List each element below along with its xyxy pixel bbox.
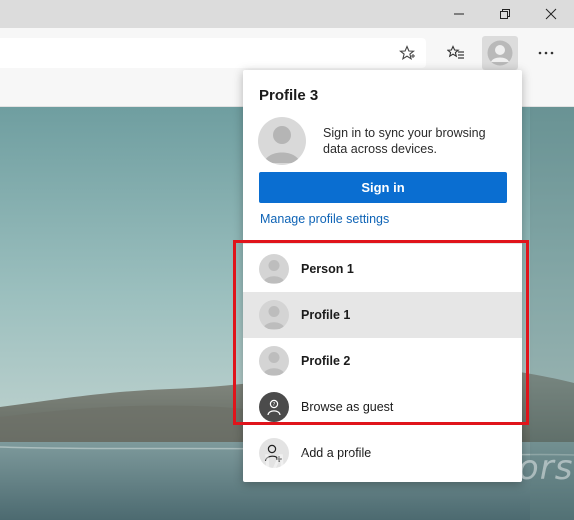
sync-description: Sign in to sync your browsing data acros… (323, 126, 486, 156)
restore-button[interactable] (482, 0, 528, 28)
more-icon (538, 51, 554, 55)
highlight-box (233, 240, 529, 425)
minimize-button[interactable] (436, 0, 482, 28)
restore-icon (500, 9, 510, 19)
manage-profile-settings-link[interactable]: Manage profile settings (260, 212, 389, 226)
title-bar (0, 0, 574, 28)
watermark: Windowsfixerrors.com (262, 448, 574, 488)
favorites-icon (447, 45, 464, 59)
sign-in-button[interactable]: Sign in (259, 172, 507, 203)
person-icon (264, 126, 300, 163)
minimize-icon (454, 13, 464, 15)
profile-icon (487, 40, 513, 66)
current-profile-avatar (258, 117, 306, 165)
profile-button[interactable] (482, 36, 518, 70)
settings-and-more-button[interactable] (532, 40, 560, 66)
favorites-button[interactable] (442, 40, 470, 66)
star-icon (399, 45, 415, 61)
add-favorite-button[interactable] (394, 40, 420, 66)
close-button[interactable] (528, 0, 574, 28)
current-profile-name: Profile 3 (259, 87, 319, 104)
address-bar[interactable] (0, 38, 426, 68)
close-icon (545, 8, 557, 20)
